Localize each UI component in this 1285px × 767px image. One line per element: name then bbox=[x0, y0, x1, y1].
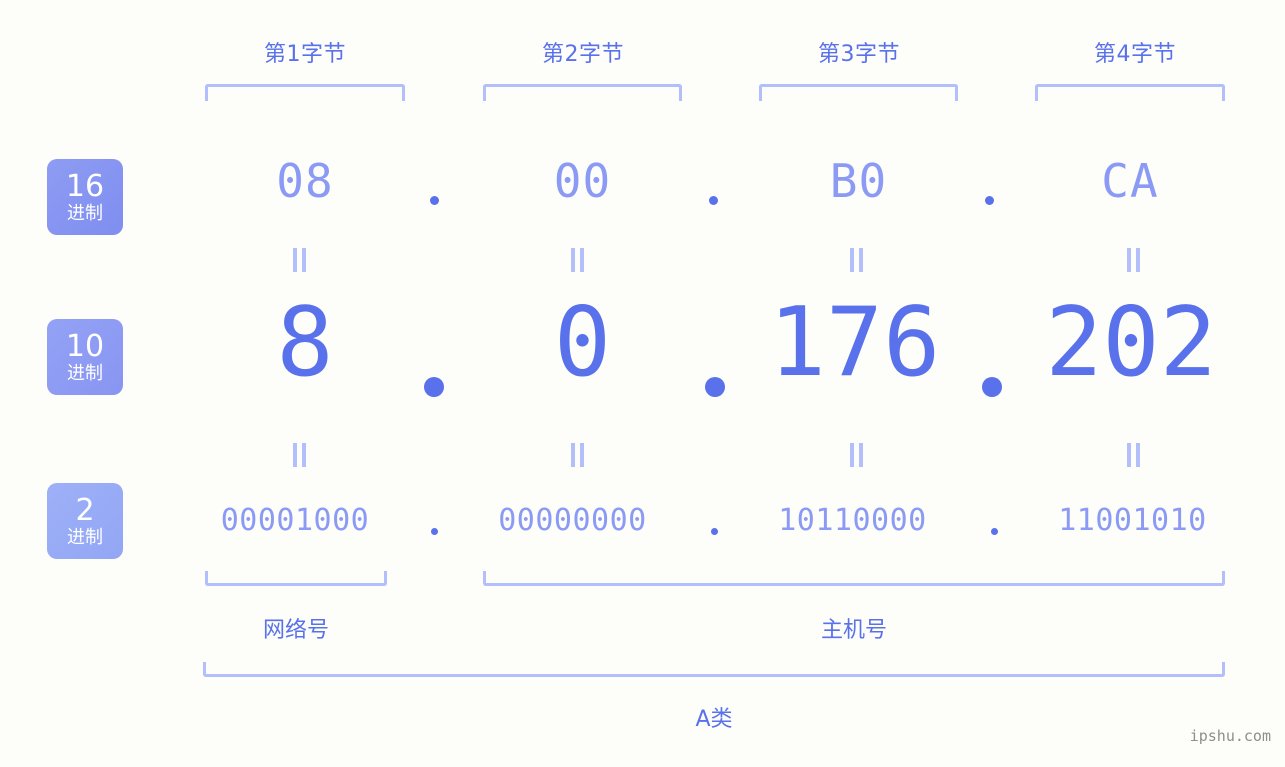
byte-header-2: 第2字节 bbox=[542, 42, 624, 67]
byte-bracket-4 bbox=[1035, 84, 1225, 101]
base-badge-decimal: 10 进制 bbox=[47, 319, 123, 395]
binary-octet-4: 11001010 bbox=[1058, 503, 1207, 538]
equals-icon-dec-bin-3 bbox=[849, 443, 865, 467]
hex-separator-dot-1 bbox=[430, 196, 439, 205]
network-label: 网络号 bbox=[262, 618, 329, 643]
ip-address-breakdown-diagram: 第1字节 第2字节 第3字节 第4字节 16 进制 10 进制 2 进制 08 … bbox=[0, 0, 1285, 767]
host-bracket bbox=[483, 571, 1225, 586]
hex-octet-4: CA bbox=[1101, 154, 1159, 208]
decimal-octet-3: 176 bbox=[768, 288, 941, 398]
decimal-octet-1: 8 bbox=[276, 288, 334, 398]
decimal-separator-dot-3 bbox=[982, 377, 1002, 397]
binary-separator-dot-2 bbox=[711, 528, 718, 535]
byte-bracket-3 bbox=[759, 84, 958, 101]
binary-octet-1: 00001000 bbox=[220, 503, 370, 538]
byte-header-4: 第4字节 bbox=[1094, 42, 1176, 67]
class-label: A类 bbox=[695, 707, 733, 732]
decimal-octet-2: 0 bbox=[553, 288, 612, 398]
hex-separator-dot-2 bbox=[709, 196, 718, 205]
binary-octet-2: 00000000 bbox=[498, 503, 647, 538]
byte-bracket-1 bbox=[205, 84, 405, 101]
base-badge-system: 进制 bbox=[67, 362, 103, 384]
equals-icon-hex-dec-2 bbox=[570, 248, 586, 272]
class-bracket bbox=[203, 662, 1225, 677]
base-badge-system: 进制 bbox=[67, 526, 103, 548]
hex-octet-1: 08 bbox=[276, 154, 334, 208]
site-watermark: ipshu.com bbox=[1189, 727, 1271, 745]
host-label: 主机号 bbox=[820, 618, 887, 643]
decimal-octet-4: 202 bbox=[1045, 288, 1217, 398]
hex-separator-dot-3 bbox=[985, 196, 994, 205]
binary-octet-3: 10110000 bbox=[778, 503, 927, 538]
equals-icon-hex-dec-3 bbox=[849, 248, 865, 272]
base-badge-number: 2 bbox=[75, 492, 95, 528]
base-badge-number: 10 bbox=[65, 328, 105, 364]
hex-octet-2: 00 bbox=[553, 154, 612, 208]
network-bracket bbox=[205, 571, 387, 586]
base-badge-hexadecimal: 16 进制 bbox=[47, 159, 123, 235]
equals-icon-hex-dec-4 bbox=[1126, 248, 1142, 272]
equals-icon-dec-bin-2 bbox=[570, 443, 586, 467]
binary-separator-dot-3 bbox=[991, 528, 998, 535]
equals-icon-hex-dec-1 bbox=[292, 248, 308, 272]
equals-icon-dec-bin-1 bbox=[292, 443, 308, 467]
byte-header-3: 第3字节 bbox=[818, 42, 900, 67]
hex-octet-3: B0 bbox=[829, 154, 888, 208]
base-badge-number: 16 bbox=[65, 168, 105, 204]
decimal-separator-dot-2 bbox=[705, 377, 725, 397]
binary-separator-dot-1 bbox=[431, 528, 438, 535]
equals-icon-dec-bin-4 bbox=[1126, 443, 1142, 467]
byte-bracket-2 bbox=[483, 84, 682, 101]
byte-header-1: 第1字节 bbox=[264, 42, 346, 67]
base-badge-binary: 2 进制 bbox=[47, 483, 123, 559]
decimal-separator-dot-1 bbox=[424, 377, 444, 397]
base-badge-system: 进制 bbox=[67, 202, 103, 224]
